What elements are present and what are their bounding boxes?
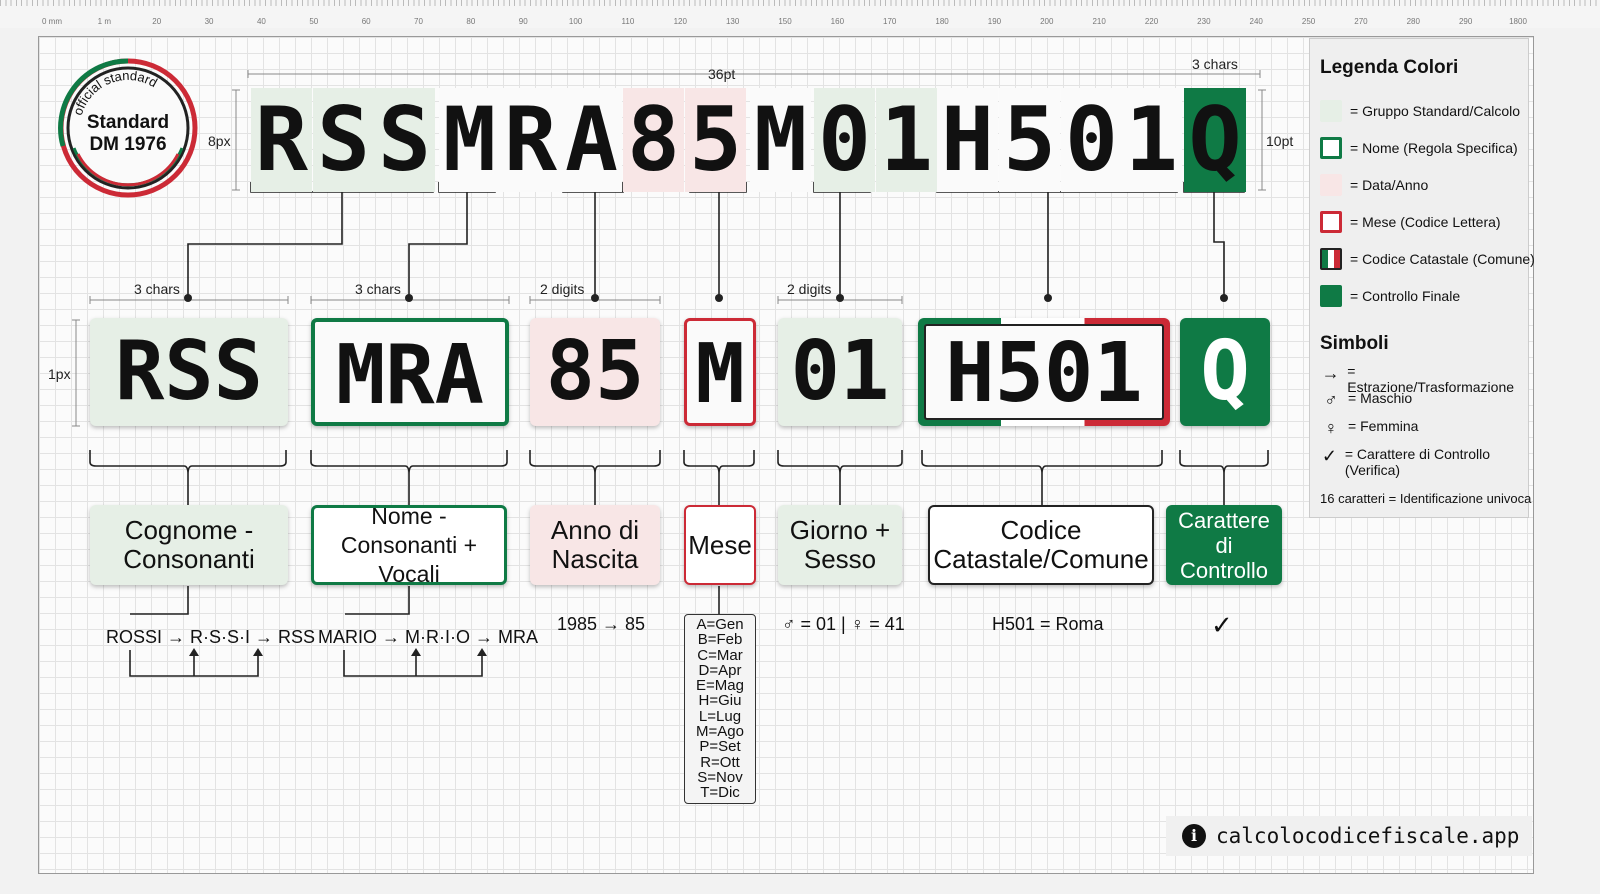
segment-count-label: 2 digits: [787, 281, 832, 297]
segment-box-cognome: RSS: [90, 318, 288, 426]
symbol-icon: ✓: [1321, 446, 1337, 466]
example-giorno: ♂ = 01 | ♀ = 41: [782, 614, 905, 634]
code-character-cell: 0: [814, 88, 875, 192]
seal-line-1: Standard: [86, 112, 170, 133]
check-icon: ✓: [1211, 610, 1233, 640]
desc-cognome: Cognome - Consonanti: [90, 505, 288, 585]
example-cognome: ROSSI → R·S·S·I → RSS: [106, 627, 316, 647]
legend-color-item: = Codice Catastale (Comune): [1320, 248, 1535, 270]
legend-color-label: = Nome (Regola Specifica): [1350, 140, 1518, 156]
example-anno: 1985 → 85: [557, 614, 646, 634]
legend-color-item: = Mese (Codice Lettera): [1320, 211, 1501, 233]
desc-anno: Anno di Nascita: [530, 505, 660, 585]
code-character-cell: S: [374, 88, 435, 192]
legend-symbol-item: ✓ = Carattere di Controllo (Verifica): [1320, 446, 1520, 478]
example-comune: H501 = Roma: [992, 614, 1104, 634]
segment-box-comune: H501: [918, 318, 1170, 426]
row-dimension-label: 1px: [48, 366, 71, 382]
legend-color-label: = Codice Catastale (Comune): [1350, 251, 1535, 267]
code-character-cell: S: [313, 88, 374, 192]
legend-color-item: = Nome (Regola Specifica): [1320, 137, 1518, 159]
code-character-cell: M: [439, 88, 500, 192]
left-dimension-label: 8px: [208, 133, 231, 149]
color-swatch-icon: [1320, 174, 1342, 196]
code-character-cell: A: [561, 88, 622, 192]
check-dimension-label: 3 chars: [1192, 56, 1238, 72]
segment-box-anno: 85: [530, 318, 660, 426]
code-character-cell: 1: [1121, 88, 1182, 192]
footer-text[interactable]: calcolocodicefiscale.app: [1216, 824, 1519, 848]
segment-box-giorno: 01: [778, 318, 902, 426]
month-code-item: R=Ott: [700, 753, 740, 771]
legend-symbol-item: ♀ = Femmina: [1320, 418, 1520, 439]
legend-color-label: = Data/Anno: [1350, 177, 1429, 193]
month-code-item: D=Apr: [698, 661, 742, 679]
segment-box-nome: MRA: [311, 318, 509, 426]
segment-box-controllo: Q: [1180, 318, 1270, 426]
color-swatch-icon: [1320, 211, 1342, 233]
code-character-cell: R: [251, 88, 312, 192]
legend-symbol-label: = Carattere di Controllo (Verifica): [1344, 446, 1490, 478]
legend-color-item: = Controllo Finale: [1320, 285, 1460, 307]
seal-line-2: DM 1976: [89, 134, 167, 155]
color-swatch-icon: [1320, 285, 1342, 307]
right-dimension-label: 10pt: [1266, 133, 1294, 149]
symbols-title: Simboli: [1320, 333, 1389, 354]
code-character-cell: H: [937, 88, 998, 192]
desc-controllo: Carattere di Controllo: [1166, 505, 1282, 585]
code-character-cell: 1: [876, 88, 937, 192]
code-character-cell: R: [500, 88, 561, 192]
symbol-icon: ♀: [1324, 418, 1338, 438]
month-code-item: C=Mar: [697, 646, 743, 664]
example-nome: MARIO → M·R·I·O → MRA: [318, 627, 538, 647]
symbol-icon: ♂: [1324, 390, 1338, 410]
legend-color-item: = Data/Anno: [1320, 174, 1428, 196]
color-swatch-icon: [1320, 248, 1342, 270]
segment-count-label: 3 chars: [355, 281, 401, 297]
legend-title: Legenda Colori: [1320, 57, 1459, 78]
legend-note: 16 caratteri = Identificazione univoca: [1320, 491, 1532, 506]
top-dimension-label: 36pt: [708, 66, 736, 82]
code-character-cell: 5: [999, 88, 1060, 192]
desc-comune: Codice Catastale/Comune: [928, 505, 1154, 585]
desc-nome: Nome - Consonanti + Vocali: [311, 503, 507, 587]
month-code-item: A=Gen: [696, 616, 744, 633]
legend-symbol-item: ♂ = Maschio: [1320, 390, 1520, 411]
legend-color-label: = Gruppo Standard/Calcolo: [1350, 103, 1521, 119]
legend-color-label: = Controllo Finale: [1350, 288, 1461, 304]
segment-count-label: 2 digits: [540, 281, 585, 297]
legend-color-label: = Mese (Codice Lettera): [1350, 214, 1501, 230]
month-code-item: B=Feb: [697, 631, 743, 649]
comune-code: H501: [924, 324, 1164, 421]
desc-giorno: Giorno + Sesso: [778, 505, 902, 585]
month-code-item: S=Nov: [697, 768, 743, 786]
month-code-item: E=Mag: [696, 677, 744, 695]
code-character-cell: 8: [623, 88, 684, 192]
footer-link[interactable]: i calcolocodicefiscale.app: [1166, 816, 1532, 856]
month-code-item: T=Dic: [700, 784, 740, 802]
month-code-item: H=Giu: [698, 692, 742, 710]
color-swatch-icon: [1320, 100, 1342, 122]
month-code-item: M=Ago: [696, 723, 744, 741]
code-character-cell: M: [750, 88, 811, 192]
segment-box-mese: M: [684, 318, 756, 426]
code-character-cell: Q: [1184, 88, 1246, 192]
code-character-cell: 5: [685, 88, 746, 192]
symbol-icon: →: [1321, 363, 1340, 383]
month-code-item: L=Lug: [698, 707, 742, 725]
info-icon: i: [1182, 824, 1206, 848]
desc-mese: Mese: [684, 505, 756, 585]
segment-count-label: 3 chars: [134, 281, 180, 297]
legend-color-item: = Gruppo Standard/Calcolo: [1320, 100, 1520, 122]
legend-panel: Legenda Colori = Gruppo Standard/Calcolo…: [1309, 38, 1535, 518]
month-code-item: P=Set: [699, 738, 741, 756]
code-character-cell: 0: [1061, 88, 1122, 192]
standard-seal: official standard Standard DM 1976: [58, 58, 198, 198]
months-list: A=Gen B=Feb C=Mar D=Apr E=Mag H=Giu L=Lug M=Ago…: [684, 614, 756, 804]
legend-symbol-label: = Femmina: [1348, 418, 1419, 434]
color-swatch-icon: [1320, 137, 1342, 159]
legend-symbol-label: = Maschio: [1348, 390, 1413, 406]
